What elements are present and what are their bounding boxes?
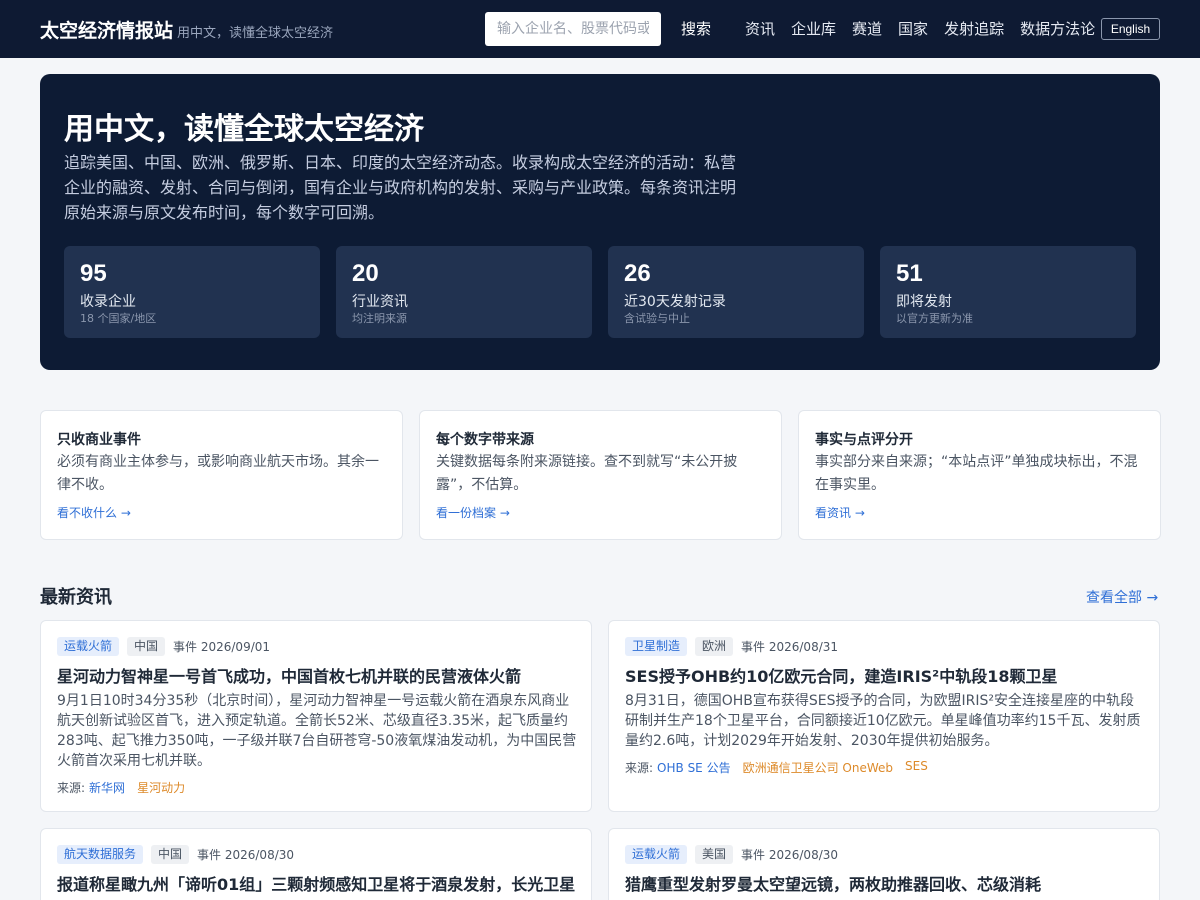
stat-label: 近30天发射记录 (624, 294, 726, 310)
news-card[interactable]: 卫星制造 欧洲 事件 2026/08/31 SES授予OHB约10亿欧元合同，建… (608, 620, 1160, 812)
principle-link[interactable]: 看一份档案 → (436, 504, 510, 521)
news-card[interactable]: 运载火箭 美国 事件 2026/08/30 猎鹰重型发射罗曼太空望远镜，两枚助推… (608, 828, 1160, 900)
sector-tag[interactable]: 运载火箭 (57, 637, 120, 656)
sector-tag[interactable]: 卫星制造 (625, 637, 688, 656)
search-input[interactable] (485, 12, 661, 46)
region-tag[interactable]: 中国 (151, 845, 190, 864)
stat-label: 收录企业 (80, 294, 136, 310)
hero-description: 追踪美国、中国、欧洲、俄罗斯、日本、印度的太空经济动态。收录构成太空经济的活动：… (64, 153, 737, 222)
news-card[interactable]: 运载火箭 中国 事件 2026/09/01 星河动力智神星一号首飞成功，中国首枚… (40, 620, 592, 812)
nav-item-countries[interactable]: 国家 (898, 18, 928, 39)
source-link[interactable]: 星河动力 (137, 779, 185, 796)
nav-item-methodology[interactable]: 数据方法论 (1020, 18, 1095, 39)
site-title[interactable]: 太空经济情报站 (40, 16, 173, 43)
stat-value: 20 (352, 260, 379, 287)
source-label: 来源: (625, 761, 654, 775)
principle-card: 每个数字带来源 关键数据每条附来源链接。查不到就写“未公开披露”，不估算。 看一… (419, 410, 782, 540)
principles-row: 只收商业事件 必须有商业主体参与，或影响商业航天市场。其余一律不收。 看不收什么… (40, 410, 1161, 540)
news-date: 事件 2026/08/31 (741, 640, 839, 654)
stat-card-companies: 95 收录企业 18 个国家/地区 (64, 246, 320, 338)
stat-value: 95 (80, 260, 107, 287)
stat-card-upcoming-launches: 51 即将发射 以官方更新为准 (880, 246, 1136, 338)
source-link[interactable]: OHB SE 公告 (657, 759, 731, 776)
principle-body: 必须有商业主体参与，或影响商业航天市场。其余一律不收。 (57, 454, 379, 493)
stat-label: 即将发射 (896, 294, 952, 310)
news-title[interactable]: SES授予OHB约10亿欧元合同，建造IRIS²中轨段18颗卫星 (625, 665, 1155, 689)
search-button[interactable]: 搜索 (681, 18, 711, 39)
section-title-latest-news: 最新资讯 (40, 587, 112, 608)
nav-item-launch-tracker[interactable]: 发射追踪 (944, 18, 1004, 39)
top-nav-bar: 太空经济情报站 用中文，读懂全球太空经济 搜索 资讯 企业库 赛道 国家 发射追… (0, 0, 1200, 58)
region-tag[interactable]: 中国 (127, 637, 166, 656)
principle-card: 事实与点评分开 事实部分来自来源；“本站点评”单独成块标出，不混在事实里。 看资… (798, 410, 1161, 540)
source-label: 来源: (57, 781, 86, 795)
stat-value: 26 (624, 260, 651, 287)
stat-note: 含试验与中止 (624, 312, 690, 325)
stat-note: 以官方更新为准 (896, 312, 973, 325)
language-toggle-button[interactable]: English (1101, 18, 1160, 40)
news-meta: 航天数据服务 中国 事件 2026/08/30 (57, 845, 294, 864)
sector-tag[interactable]: 运载火箭 (625, 845, 688, 864)
region-tag[interactable]: 欧洲 (695, 637, 734, 656)
nav-item-news[interactable]: 资讯 (745, 18, 775, 39)
site-subtitle: 用中文，读懂全球太空经济 (177, 26, 334, 41)
news-title[interactable]: 猎鹰重型发射罗曼太空望远镜，两枚助推器回收、芯级消耗 (625, 873, 1155, 897)
news-meta: 运载火箭 美国 事件 2026/08/30 (625, 845, 838, 864)
principle-body: 事实部分来自来源；“本站点评”单独成块标出，不混在事实里。 (815, 454, 1138, 493)
news-sources: 来源: OHB SE 公告 欧洲通信卫星公司 OneWeb SES (625, 759, 928, 776)
principle-title: 事实与点评分开 (815, 432, 913, 448)
stat-card-launches-30d: 26 近30天发射记录 含试验与中止 (608, 246, 864, 338)
news-title[interactable]: 星河动力智神星一号首飞成功，中国首枚七机并联的民营液体火箭 (57, 665, 587, 689)
principle-title: 每个数字带来源 (436, 432, 534, 448)
source-link[interactable]: 欧洲通信卫星公司 OneWeb (743, 759, 893, 776)
news-title[interactable]: 报道称星瞰九州「谛听01组」三颗射频感知卫星将于酒泉发射，长光卫星研制 (57, 873, 587, 900)
view-all-news-link[interactable]: 查看全部 → (1086, 587, 1158, 607)
main-nav: 资讯 企业库 赛道 国家 发射追踪 数据方法论 (745, 18, 1095, 39)
stat-card-news: 20 行业资讯 均注明来源 (336, 246, 592, 338)
news-sources: 来源: 新华网 星河动力 (57, 779, 185, 796)
nav-item-sectors[interactable]: 赛道 (852, 18, 882, 39)
stat-value: 51 (896, 260, 923, 287)
principle-link[interactable]: 看资讯 → (815, 504, 865, 521)
news-date: 事件 2026/09/01 (173, 640, 271, 654)
news-date: 事件 2026/08/30 (197, 848, 295, 862)
principle-link[interactable]: 看不收什么 → (57, 504, 131, 521)
principle-body: 关键数据每条附来源链接。查不到就写“未公开披露”，不估算。 (436, 454, 738, 493)
sector-tag[interactable]: 航天数据服务 (57, 845, 144, 864)
news-meta: 运载火箭 中国 事件 2026/09/01 (57, 637, 270, 656)
source-link[interactable]: SES (905, 759, 928, 776)
hero-banner: 用中文，读懂全球太空经济 追踪美国、中国、欧洲、俄罗斯、日本、印度的太空经济动态… (40, 74, 1160, 370)
stat-note: 18 个国家/地区 (80, 312, 157, 325)
hero-title: 用中文，读懂全球太空经济 (64, 112, 424, 147)
news-meta: 卫星制造 欧洲 事件 2026/08/31 (625, 637, 838, 656)
principle-title: 只收商业事件 (57, 432, 141, 448)
news-summary: 9月1日10时34分35秒（北京时间），星河动力智神星一号运载火箭在酒泉东风商业… (57, 693, 577, 769)
news-summary: 8月31日，德国OHB宣布获得SES授予的合同，为欧盟IRIS²安全连接星座的中… (625, 693, 1141, 749)
news-date: 事件 2026/08/30 (741, 848, 839, 862)
region-tag[interactable]: 美国 (695, 845, 734, 864)
stat-note: 均注明来源 (352, 312, 407, 325)
nav-item-companies[interactable]: 企业库 (791, 18, 836, 39)
news-card[interactable]: 航天数据服务 中国 事件 2026/08/30 报道称星瞰九州「谛听01组」三颗… (40, 828, 592, 900)
stat-label: 行业资讯 (352, 294, 408, 310)
source-link[interactable]: 新华网 (89, 779, 125, 796)
principle-card: 只收商业事件 必须有商业主体参与，或影响商业航天市场。其余一律不收。 看不收什么… (40, 410, 403, 540)
stats-row: 95 收录企业 18 个国家/地区 20 行业资讯 均注明来源 26 近30天发… (64, 246, 1136, 338)
